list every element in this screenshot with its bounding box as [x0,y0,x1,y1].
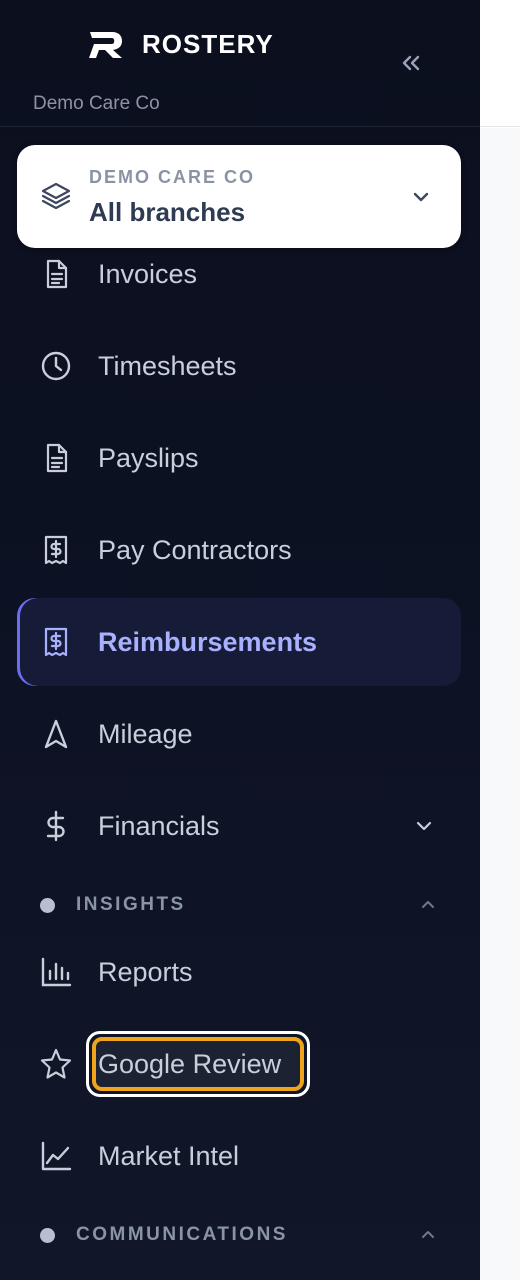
section-bullet [40,897,55,913]
sidebar: ROSTERY Demo Care Co DEMO CARE CO All br… [0,0,480,1280]
section-header-communications[interactable]: COMMUNICATIONS [0,1215,480,1255]
navigation-arrow-icon [44,719,68,749]
bar-chart-icon [41,957,72,987]
rostery-logo-icon [89,32,122,58]
chevrons-left-icon [402,55,420,71]
section-label: INSIGHTS [76,894,186,915]
nav-item-label: Reports [98,956,193,987]
clock-icon [41,351,71,381]
nav-item-label: Google Review [98,1048,282,1079]
collapse-sidebar-button[interactable] [394,48,428,78]
nav-item-label: Mileage [98,718,193,749]
nav-item-financials[interactable]: Financials [17,782,461,870]
top-bar [480,0,520,127]
nav-item-reports[interactable]: Reports [17,928,461,1016]
nav-item-timesheets[interactable]: Timesheets [17,322,461,410]
nav-item-reimbursements[interactable]: Reimbursements [17,598,461,686]
chevron-up-icon[interactable] [418,895,438,915]
receipt-dollar-icon [44,535,68,565]
chevron-up-icon[interactable] [418,1225,438,1245]
nav-item-pay-contractors[interactable]: Pay Contractors [17,506,461,594]
section-label: COMMUNICATIONS [76,1224,288,1245]
content-area [480,128,520,1280]
section-header-insights[interactable]: INSIGHTS [0,885,480,925]
nav-item-market-intel[interactable]: Market Intel [17,1112,461,1200]
main-content [480,0,520,1280]
nav-item-label: Payslips [98,442,199,473]
nav-item-payslips[interactable]: Payslips [17,414,461,502]
nav-item-label: Reimbursements [98,626,318,657]
section-bullet [40,1227,55,1243]
document-icon [46,443,68,473]
document-icon [46,259,68,289]
nav-item-invoices[interactable]: Invoices [17,230,461,318]
nav-item-label: Market Intel [98,1140,240,1171]
nav-item-label: Invoices [98,258,198,289]
branch-selector-value: All branches [89,197,246,227]
line-chart-icon [41,1141,72,1171]
nav-item-google-review[interactable]: Google Review [17,1020,461,1108]
header-divider [0,126,480,127]
layers-icon [41,182,71,210]
nav-item-mileage[interactable]: Mileage [17,690,461,778]
organization-name: Demo Care Co [33,93,160,114]
star-icon [40,1048,72,1079]
brand[interactable]: ROSTERY [86,24,274,64]
receipt-dollar-icon [44,627,68,657]
nav-item-label: Timesheets [98,350,237,381]
chevron-down-icon [416,821,432,831]
nav-item-label: Financials [98,810,220,841]
chevron-down-icon [413,192,429,202]
brand-name: ROSTERY [142,28,274,59]
branch-selector-org: DEMO CARE CO [89,167,256,187]
dollar-icon [46,810,65,842]
nav-item-label: Pay Contractors [98,534,292,565]
